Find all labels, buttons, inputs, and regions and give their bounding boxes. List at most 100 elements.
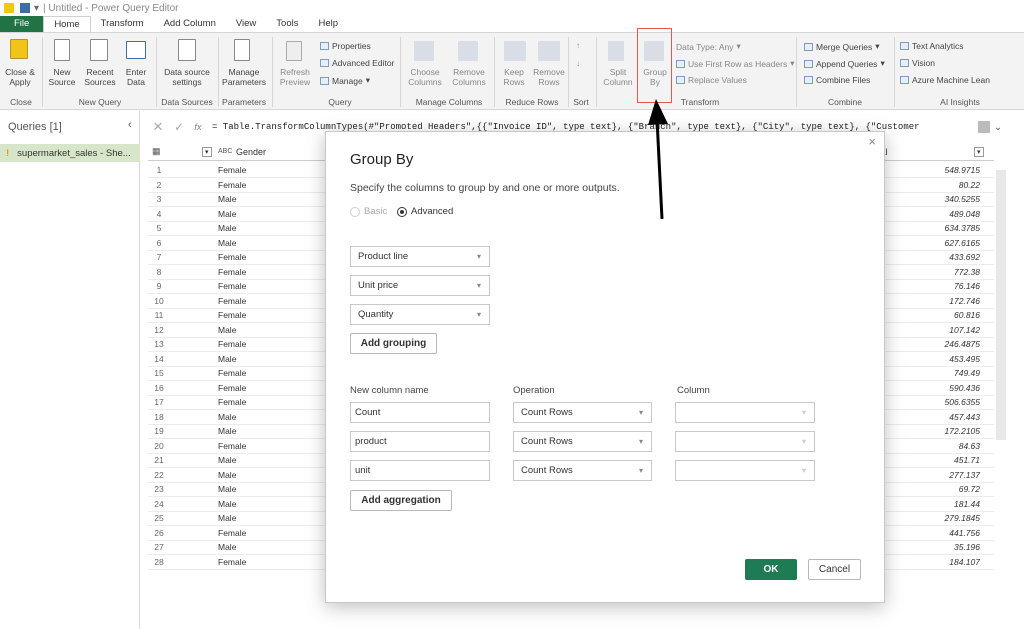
chevron-down-icon: ▾ xyxy=(476,252,481,261)
table-icon[interactable]: ▦ xyxy=(152,146,161,157)
choose-columns-button[interactable]: Choose Columns xyxy=(402,67,448,87)
total-cell: 340.5255 xyxy=(944,194,980,204)
manage-icon xyxy=(320,76,329,85)
close-icon[interactable]: × xyxy=(868,134,876,149)
vision-button[interactable]: Vision xyxy=(900,58,935,68)
append-queries-button[interactable]: Append Queries ▾ xyxy=(804,58,885,69)
chevron-down-icon: ▾ xyxy=(638,408,643,417)
tab-tools[interactable]: Tools xyxy=(266,16,308,32)
collapse-pane-icon[interactable]: ‹ xyxy=(128,119,132,131)
remove-columns-button[interactable]: Remove Columns xyxy=(446,67,492,87)
recent-sources-button[interactable]: Recent Sources xyxy=(82,67,118,87)
remove-columns-icon xyxy=(458,41,478,61)
gender-cell: Female xyxy=(218,440,247,451)
tab-home[interactable]: Home xyxy=(43,16,91,32)
enter-data-button[interactable]: Enter Data xyxy=(118,67,154,87)
gender-cell: Female xyxy=(218,252,247,262)
total-filter-icon[interactable]: ▾ xyxy=(974,146,984,157)
grouping-dropdown-3[interactable]: Quantity ▾ xyxy=(350,304,490,325)
total-cell: 453.495 xyxy=(949,353,980,364)
tab-add-column[interactable]: Add Column xyxy=(154,16,226,32)
column-dropdown-1[interactable]: ▾ xyxy=(675,402,815,423)
aggregation-name-1[interactable]: Count xyxy=(350,402,490,423)
properties-button[interactable]: Properties xyxy=(320,41,371,51)
row-number: 13 xyxy=(154,339,164,349)
operation-dropdown-1[interactable]: Count Rows ▾ xyxy=(513,402,652,423)
close-apply-button[interactable]: Close & Apply xyxy=(2,67,38,87)
cancel-button[interactable]: Cancel xyxy=(808,559,861,580)
gender-cell: Female xyxy=(218,310,247,320)
tab-file[interactable]: File xyxy=(0,16,44,32)
confirm-formula-icon[interactable]: ✓ xyxy=(168,120,190,134)
new-source-icon xyxy=(54,39,70,61)
filter-dropdown-icon[interactable]: ▾ xyxy=(202,146,212,157)
combine-files-button[interactable]: Combine Files xyxy=(804,75,870,85)
operation-dropdown-2[interactable]: Count Rows ▾ xyxy=(513,431,652,452)
remove-rows-icon xyxy=(538,41,560,61)
gender-cell: Male xyxy=(218,223,237,233)
merge-queries-button[interactable]: Merge Queries ▾ xyxy=(804,41,880,52)
use-first-row-button[interactable]: Use First Row as Headers ▾ xyxy=(676,58,794,69)
tab-view[interactable]: View xyxy=(226,16,266,32)
grouping-dropdown-2[interactable]: Unit price ▾ xyxy=(350,275,490,296)
data-source-settings-button[interactable]: Data source settings xyxy=(158,67,216,87)
operation-dropdown-2-value: Count Rows xyxy=(521,436,573,447)
group-manage-columns-label: Manage Columns xyxy=(415,97,483,107)
gender-cell: Male xyxy=(218,542,237,552)
operation-dropdown-3[interactable]: Count Rows ▾ xyxy=(513,460,652,481)
quick-access-dropdown-icon[interactable]: ▾ xyxy=(34,3,39,14)
data-type-dropdown[interactable]: Data Type: Any ▾ xyxy=(676,41,741,52)
use-first-row-icon xyxy=(676,59,685,68)
manage-parameters-button[interactable]: Manage Parameters xyxy=(218,67,270,87)
refresh-preview-button[interactable]: Refresh Preview xyxy=(274,67,316,87)
tab-transform[interactable]: Transform xyxy=(91,16,154,32)
manage-button[interactable]: Manage ▾ xyxy=(320,75,370,86)
radio-basic-dot xyxy=(350,206,360,217)
group-close-label: Close xyxy=(10,97,32,107)
radio-basic-label: Basic xyxy=(364,206,388,217)
gender-cell: Male xyxy=(218,237,237,248)
row-number: 24 xyxy=(154,498,164,509)
vertical-scrollbar[interactable] xyxy=(996,170,1006,440)
total-cell: 172.2105 xyxy=(944,426,980,436)
add-aggregation-button[interactable]: Add aggregation xyxy=(350,490,452,511)
sort-ascending-icon: ↑ xyxy=(576,41,580,50)
type-icon[interactable]: ABC xyxy=(218,148,232,155)
azure-ml-button[interactable]: Azure Machine Lean xyxy=(900,75,990,85)
tab-help[interactable]: Help xyxy=(308,16,348,32)
query-item[interactable]: ! supermarket_sales - She... xyxy=(0,144,140,162)
column-dropdown-3[interactable]: ▾ xyxy=(675,460,815,481)
row-number: 20 xyxy=(154,440,164,451)
chevron-down-icon[interactable]: ⌄ xyxy=(994,122,1002,133)
gender-cell: Male xyxy=(218,455,237,465)
gender-column-header[interactable]: Gender xyxy=(236,147,266,157)
radio-advanced[interactable]: Advanced xyxy=(397,206,453,217)
advanced-editor-button[interactable]: Advanced Editor xyxy=(320,58,394,68)
replace-values-button[interactable]: Replace Values xyxy=(676,75,747,85)
gender-cell: Female xyxy=(218,368,247,378)
total-cell: 433.692 xyxy=(949,252,980,262)
row-number: 17 xyxy=(154,397,164,407)
radio-basic[interactable]: Basic xyxy=(350,206,387,217)
new-source-button[interactable]: New Source xyxy=(44,67,80,87)
choose-columns-icon xyxy=(414,41,434,61)
advanced-editor-icon xyxy=(320,59,329,67)
save-icon[interactable] xyxy=(20,3,30,13)
column-dropdown-2[interactable]: ▾ xyxy=(675,431,815,452)
total-cell: 489.048 xyxy=(949,208,980,219)
azure-ml-icon xyxy=(900,76,909,84)
grouping-dropdown-1[interactable]: Product line ▾ xyxy=(350,246,490,267)
gender-cell: Female xyxy=(218,339,247,349)
remove-rows-button[interactable]: Remove Rows xyxy=(530,67,568,87)
split-column-button[interactable]: Split Column xyxy=(598,67,638,87)
ok-button[interactable]: OK xyxy=(745,559,797,580)
text-analytics-button[interactable]: Text Analytics xyxy=(900,41,964,51)
aggregation-name-3[interactable]: unit xyxy=(350,460,490,481)
chevron-down-icon: ▾ xyxy=(801,437,806,446)
cancel-formula-icon[interactable]: ✕ xyxy=(148,119,168,135)
formula-expand-icon[interactable] xyxy=(978,121,990,133)
gender-cell: Male xyxy=(218,498,237,509)
keep-rows-button[interactable]: Keep Rows xyxy=(496,67,532,87)
add-grouping-button[interactable]: Add grouping xyxy=(350,333,437,354)
aggregation-name-2[interactable]: product xyxy=(350,431,490,452)
